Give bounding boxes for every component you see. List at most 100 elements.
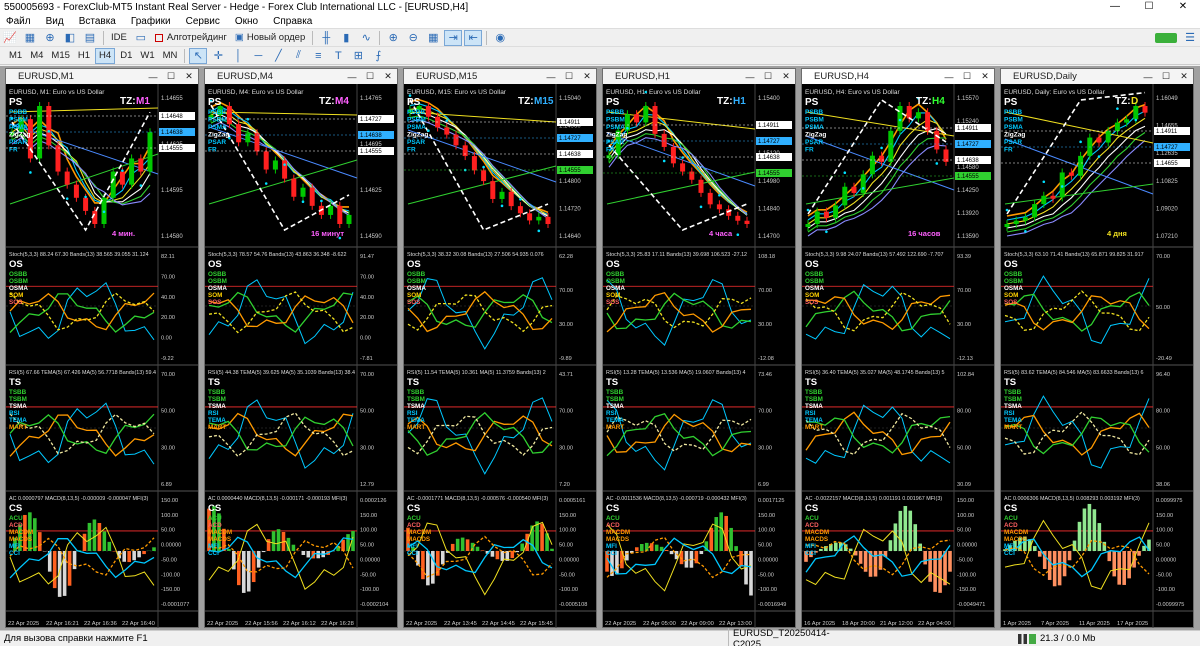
new-order-button[interactable]: ▣ Новый ордер xyxy=(232,30,308,46)
histogram-bar xyxy=(127,551,131,563)
tile-windows-icon[interactable]: ▦ xyxy=(424,30,442,46)
oscillator-scale-label: 50.00 xyxy=(1156,445,1170,451)
oscillator-scale-label: -100.00 xyxy=(758,587,777,593)
autoscroll-icon[interactable]: ⇥ xyxy=(444,29,463,46)
chart-canvas[interactable]: EURUSD, M1: Euro vs US DollarPSPSBBPSBMP… xyxy=(6,84,198,628)
line-chart-icon[interactable]: ∿ xyxy=(357,30,375,46)
market-toggle[interactable] xyxy=(1155,32,1177,43)
chart-window-4[interactable]: EURUSD,H4 — ☐ ✕ EURUSD, H4: Euro vs US Dolla… xyxy=(801,68,995,628)
menu-insert[interactable]: Вставка xyxy=(73,16,125,27)
chart-window-header[interactable]: EURUSD,M15 — ☐ ✕ xyxy=(404,69,596,84)
oscillator-scale-label: 20.00 xyxy=(360,315,374,321)
chart-maximize-icon[interactable]: ☐ xyxy=(162,71,180,82)
chart-canvas[interactable]: EURUSD, H1: Euro vs US DollarPSPSBBPSBM P… xyxy=(603,84,795,628)
chart-minimize-icon[interactable]: — xyxy=(741,72,759,82)
chart-maximize-icon[interactable]: ☐ xyxy=(560,71,578,82)
chart-close-icon[interactable]: ✕ xyxy=(777,71,795,82)
chart-canvas[interactable]: EURUSD, Daily: Euro vs US DollarPSPSBBPS… xyxy=(1001,84,1193,628)
chart-window-2[interactable]: EURUSD,M15 — ☐ ✕ EURUSD, M15: Euro vs US Dol… xyxy=(403,68,597,628)
chart-minimize-icon[interactable]: — xyxy=(144,72,162,82)
ts-panel-label: TS xyxy=(805,377,817,388)
oscillator-scale-label: -0.0001077 xyxy=(161,602,189,608)
indicators-icon[interactable]: ⨍ xyxy=(369,48,387,64)
chart-minimize-icon[interactable]: — xyxy=(542,72,560,82)
ps-panel-label: PS xyxy=(1004,97,1018,108)
account-icon[interactable]: ☰ xyxy=(1181,30,1199,46)
chart-maximize-icon[interactable]: ☐ xyxy=(958,71,976,82)
chart-window-5[interactable]: EURUSD,Daily — ☐ ✕ EURUSD, Daily: Euro vs US… xyxy=(1000,68,1194,628)
tz-label: TZ: xyxy=(319,96,335,107)
chart-canvas[interactable]: EURUSD, M4: Euro vs US DollarPSPSBBPSBMP… xyxy=(205,84,397,628)
chart-close-icon[interactable]: ✕ xyxy=(578,71,596,82)
chart-close-icon[interactable]: ✕ xyxy=(180,71,198,82)
oscillator-scale-label: 50.00 xyxy=(360,543,374,549)
profiles-icon[interactable]: ▦ xyxy=(21,30,39,46)
fibonacci-icon[interactable]: ≡ xyxy=(309,48,327,64)
zoom-out-icon[interactable]: ⊖ xyxy=(404,30,422,46)
market-watch-icon[interactable]: ⊕ xyxy=(41,30,59,46)
tf-w1[interactable]: W1 xyxy=(137,48,157,64)
chart-canvas[interactable]: EURUSD, M15: Euro vs US DollarPSPSBBPSBM… xyxy=(404,84,596,628)
chart-window-header[interactable]: EURUSD,H4 — ☐ ✕ xyxy=(802,69,994,84)
chart-window-header[interactable]: EURUSD,M1 — ☐ ✕ xyxy=(6,69,198,84)
new-order-icon: ▣ xyxy=(234,32,244,43)
tf-m1[interactable]: M1 xyxy=(6,48,25,64)
chart-window-header[interactable]: EURUSD,H1 — ☐ ✕ xyxy=(603,69,795,84)
bar-chart-icon[interactable]: ╫ xyxy=(317,30,335,46)
crosshair-icon[interactable]: ✛ xyxy=(209,48,227,64)
cs-legend-item: MACDS xyxy=(1004,536,1027,543)
candles-icon[interactable]: ▮ xyxy=(337,30,355,46)
chart-minimize-icon[interactable]: — xyxy=(940,72,958,82)
chart-minimize-icon[interactable]: — xyxy=(343,72,361,82)
menu-tools[interactable]: Сервис xyxy=(180,16,229,27)
histogram-bar xyxy=(649,543,654,551)
cursor-icon[interactable]: ↖ xyxy=(189,47,208,64)
chart-window-header[interactable]: EURUSD,M4 — ☐ ✕ xyxy=(205,69,397,84)
menu-file[interactable]: Файл xyxy=(0,16,40,27)
zoom-in-icon[interactable]: ⊕ xyxy=(384,30,402,46)
new-chart-icon[interactable]: 📈 xyxy=(1,30,19,46)
chart-window-1[interactable]: EURUSD,M4 — ☐ ✕ EURUSD, M4: Euro vs US Dolla… xyxy=(204,68,398,628)
vertical-line-icon[interactable]: │ xyxy=(229,48,247,64)
oscillator-scale-label: 12.79 xyxy=(360,482,374,488)
tf-h1[interactable]: H1 xyxy=(75,48,93,64)
tf-h4[interactable]: H4 xyxy=(95,47,116,64)
oscillator-line xyxy=(9,293,155,333)
chart-minimize-icon[interactable]: — xyxy=(1139,72,1157,82)
ide-button[interactable]: IDE xyxy=(108,30,130,46)
chart-close-icon[interactable]: ✕ xyxy=(976,71,994,82)
chart-canvas[interactable]: EURUSD, H4: Euro vs US DollarPSPSBBPSBMP… xyxy=(802,84,994,628)
shapes-icon[interactable]: ⊞ xyxy=(349,48,367,64)
data-window-icon[interactable]: ▤ xyxy=(81,30,99,46)
chart-window-0[interactable]: EURUSD,M1 — ☐ ✕ EURUSD, M1: Euro vs US Dolla… xyxy=(5,68,199,628)
channel-icon[interactable]: ⫽ xyxy=(289,48,307,64)
minimize-button[interactable]: — xyxy=(1098,0,1132,14)
menu-view[interactable]: Вид xyxy=(40,16,73,27)
text-icon[interactable]: T xyxy=(329,48,347,64)
oscillator-values: AC -0.0022157 MACD(8,13,5) 0.001191 0.00… xyxy=(805,496,942,502)
menu-window[interactable]: Окно xyxy=(229,16,267,27)
ps-legend-item: PSMA xyxy=(208,124,227,131)
chart-maximize-icon[interactable]: ☐ xyxy=(361,71,379,82)
navigator-icon[interactable]: ◧ xyxy=(61,30,79,46)
chart-window-header[interactable]: EURUSD,Daily — ☐ ✕ xyxy=(1001,69,1193,84)
horizontal-line-icon[interactable]: ─ xyxy=(249,48,267,64)
menu-help[interactable]: Справка xyxy=(267,16,321,27)
tf-m15[interactable]: M15 xyxy=(48,48,72,64)
chart-close-icon[interactable]: ✕ xyxy=(1175,71,1193,82)
chart-shift-icon[interactable]: ⇤ xyxy=(464,29,483,46)
screenshot-icon[interactable]: ◉ xyxy=(491,30,509,46)
chart-close-icon[interactable]: ✕ xyxy=(379,71,397,82)
terminal-icon[interactable]: ▭ xyxy=(132,30,150,46)
algo-trading-button[interactable]: Алготрейдинг xyxy=(152,30,230,46)
chart-window-3[interactable]: EURUSD,H1 — ☐ ✕ EURUSD, H1: Euro vs US Dolla… xyxy=(602,68,796,628)
close-button[interactable]: ✕ xyxy=(1166,0,1200,14)
tf-mn[interactable]: MN xyxy=(160,48,181,64)
trendline-icon[interactable]: ╱ xyxy=(269,48,287,64)
menu-charts[interactable]: Графики xyxy=(125,16,180,27)
chart-maximize-icon[interactable]: ☐ xyxy=(1157,71,1175,82)
chart-maximize-icon[interactable]: ☐ xyxy=(759,71,777,82)
maximize-button[interactable]: ☐ xyxy=(1132,0,1166,14)
tf-d1[interactable]: D1 xyxy=(117,48,135,64)
tf-m4[interactable]: M4 xyxy=(27,48,46,64)
